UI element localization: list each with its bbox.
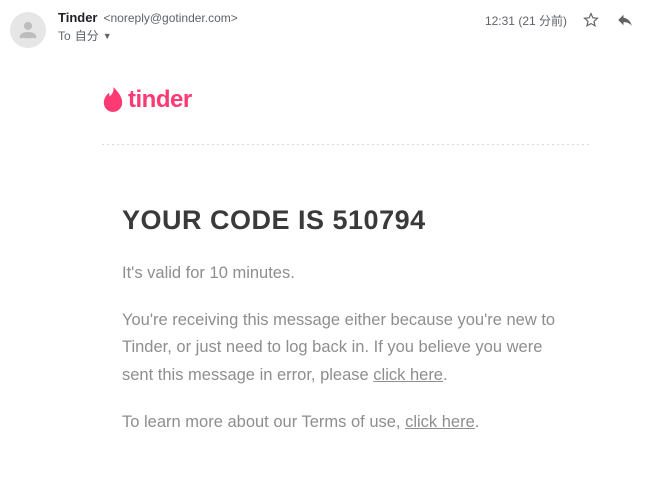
terms-post: . [475, 413, 480, 431]
star-button[interactable] [581, 10, 601, 30]
error-link[interactable]: click here [373, 366, 443, 384]
recipient-line[interactable]: To 自分 ▼ [58, 27, 473, 44]
terms-pre: To learn more about our Terms of use, [122, 413, 405, 431]
sender-name: Tinder [58, 10, 98, 25]
terms-link[interactable]: click here [405, 413, 475, 431]
message-content: YOUR CODE IS 510794 It's valid for 10 mi… [102, 205, 590, 436]
timestamp: 12:31 (21 分前) [485, 12, 567, 29]
avatar [10, 12, 46, 48]
email-header: Tinder <noreply@gotinder.com> To 自分 ▼ 12… [0, 0, 651, 56]
divider [102, 144, 590, 145]
brand-logo: tinder [102, 86, 590, 114]
brand-name: tinder [128, 86, 192, 114]
validity-text: It's valid for 10 minutes. [122, 260, 570, 287]
star-icon [582, 11, 600, 29]
person-icon [18, 20, 38, 40]
recipient-prefix: To [58, 29, 71, 43]
chevron-down-icon[interactable]: ▼ [103, 31, 112, 41]
reply-icon [616, 11, 634, 29]
email-body: tinder YOUR CODE IS 510794 It's valid fo… [0, 56, 590, 436]
explanation-pre: You're receiving this message either bec… [122, 311, 555, 383]
terms-text: To learn more about our Terms of use, cl… [122, 409, 570, 436]
recipient-name: 自分 [75, 27, 99, 44]
header-actions: 12:31 (21 分前) [485, 10, 635, 30]
sender-email: <noreply@gotinder.com> [104, 11, 238, 25]
flame-icon [102, 87, 124, 113]
sender-block: Tinder <noreply@gotinder.com> To 自分 ▼ [58, 10, 473, 44]
explanation-post: . [443, 366, 448, 384]
reply-button[interactable] [615, 10, 635, 30]
explanation-text: You're receiving this message either bec… [122, 307, 570, 389]
verification-code-heading: YOUR CODE IS 510794 [122, 205, 570, 236]
